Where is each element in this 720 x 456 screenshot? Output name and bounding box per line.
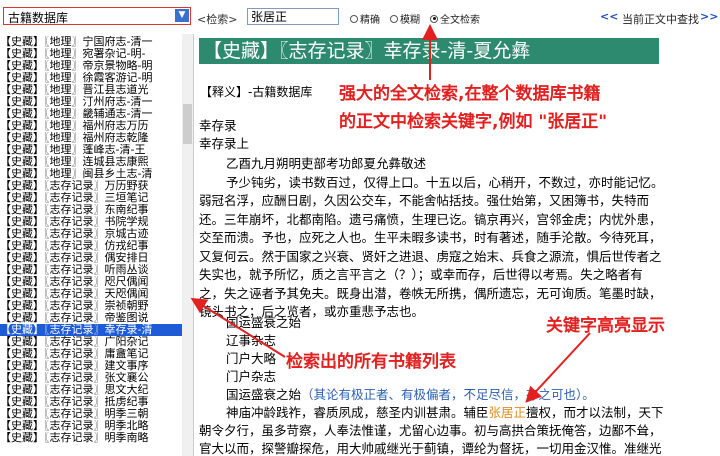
text-line: 还。三年崩坏，北都南陷。遗弓痛愤，生理已讫。镐京再兴，宫邻金虎；内忧外患，: [199, 211, 662, 227]
find-in-text-label: 当前正文中查找: [622, 13, 699, 26]
toc-item: 门户大略: [226, 351, 277, 366]
database-select-value: 古籍数据库: [8, 11, 69, 25]
book-list-item[interactable]: 【史藏】〖志存记录〗崇祯朝野: [0, 300, 182, 312]
book-list-item[interactable]: 【史藏】〖志存记录〗万历野获: [0, 180, 182, 192]
book-list-item[interactable]: 【史藏】〖志存记录〗庸盦笔记: [0, 348, 182, 360]
book-list-item[interactable]: 【史藏】〖志存记录〗明季北略: [0, 420, 182, 432]
text-line: 神庙冲龄践祚，睿质夙成，慈圣内训甚肃。辅臣张居正擅权，而才以法制，天下: [226, 405, 664, 421]
annotation-search: 强大的全文检索,在整个数据库书籍: [339, 79, 601, 104]
text-line: 又复何云。然于国家之兴衰、贤奸之进退、虏寇之始末、兵食之源流，惧后世传者之: [199, 248, 662, 264]
book-list-item[interactable]: 【史藏】〖志存记录〗建文事序: [0, 360, 182, 372]
book-list-item[interactable]: 【史藏】〖地理〗帝京景物略-明: [0, 60, 182, 72]
toc-item: 国运盛衰之始: [226, 315, 302, 330]
text-line: 朝令夕行，虽多苛察，人奉法惟谨，尤留心边事。初与高拱合策抚俺答，边鄙不耸，: [199, 423, 662, 438]
radio-exact-label: 精确: [360, 15, 380, 26]
radio-exact[interactable]: 精确: [350, 11, 380, 26]
heading: 幸存录: [199, 118, 237, 133]
book-list-item[interactable]: 【史藏】〖地理〗宁国府志-清一: [0, 36, 182, 48]
book-list-item[interactable]: 【史藏】〖志存记录〗东南纪事: [0, 204, 182, 216]
radio-fuzzy-label: 模糊: [400, 15, 420, 26]
toc-item: 门户杂志: [226, 369, 277, 384]
toc-note: （其论有极正者、有极偏者，不足尽信，存之可也）。: [301, 387, 595, 402]
book-list-item[interactable]: 【史藏】〖地理〗宛署杂记-明-: [0, 48, 182, 60]
radio-fulltext-label: 全文检索: [440, 15, 480, 26]
text-line: 失实也，就予所忆，质之言平言之（？）；或幸而存，后世得以考焉。失之略者有: [199, 267, 643, 282]
book-list-item[interactable]: 【史藏】〖志存记录〗京城古迹: [0, 228, 182, 240]
book-list-item[interactable]: 【史藏】〖地理〗徐霞客游记-明: [0, 72, 182, 84]
book-list-item[interactable]: 【史藏】〖地理〗福州府志乾隆: [0, 132, 182, 144]
keyword-highlight: 张居正: [488, 405, 527, 420]
text-line: 官大以而，探警瓣探危，用大帅戚继光于蓟镇，谭纶为督抚，一切用金汉惟。准继光: [199, 441, 662, 456]
toolbar: 古籍数据库 ▼ <检索> 精确 模糊 全文检索 << 当前正文中查找 >>: [0, 0, 720, 34]
text-line: 予少钝劣，读书数百过，仅得上口。十五以后，心稍开，不数过，亦时能记忆。: [226, 174, 664, 190]
heading: 幸存录上: [199, 136, 250, 151]
radio-dot-icon: [390, 14, 398, 23]
book-list-item[interactable]: 【史藏】〖地理〗蓬峰志-清-王: [0, 144, 182, 156]
text-span: 神庙冲龄践祚，睿质夙成，慈圣内训甚肃。辅臣: [226, 405, 489, 420]
book-list-item[interactable]: 【史藏】〖志存记录〗广阳杂记: [0, 336, 182, 348]
book-list-scrollbar[interactable]: [182, 34, 193, 456]
source-note: 【释义】-古籍数据库: [200, 85, 313, 99]
book-list-item[interactable]: 【史藏】〖地理〗畿辅通志-清一: [0, 108, 182, 120]
text-span: 擅权，而才以法制，天下: [526, 405, 664, 420]
radio-dot-selected-icon: [430, 14, 438, 23]
text-line: 交至而溃。予也，应死之人也。生平未暇多读书，时有著述，随手沦散。今待死耳，: [199, 230, 662, 245]
radio-fuzzy[interactable]: 模糊: [390, 11, 420, 26]
book-list-item[interactable]: 【史藏】〖地理〗连城县志康熙: [0, 156, 182, 168]
radio-dot-icon: [350, 14, 358, 23]
toc-item-label: 国运盛衰之始: [226, 387, 302, 402]
book-list-item[interactable]: 【史藏】〖地理〗汀州府志-清一: [0, 96, 182, 108]
book-list-item[interactable]: 【史藏】〖志存记录〗帝鉴图说: [0, 312, 182, 324]
book-list-item[interactable]: 【史藏】〖地理〗闽县乡土志-清: [0, 168, 182, 180]
database-select[interactable]: 古籍数据库 ▼: [3, 7, 191, 25]
book-list-item[interactable]: 【史藏】〖志存记录〗仿戎纪事: [0, 240, 182, 252]
book-list-item[interactable]: 【史藏】〖志存记录〗明季南略: [0, 432, 182, 444]
book-list-item[interactable]: 【史藏】〖志存记录〗思文大纪: [0, 384, 182, 396]
radio-fulltext[interactable]: 全文检索: [430, 11, 480, 26]
find-next-button[interactable]: >>: [700, 10, 718, 23]
text-line: 乙酉九月朔明吏部考功郎夏允彝敬述: [226, 156, 427, 171]
search-input[interactable]: [247, 8, 339, 25]
toc-item: 国运盛衰之始（其论有极正者、有极偏者，不足尽信，存之可也）。: [226, 387, 595, 403]
book-title: 【史藏】〖志存记录〗幸存录-清-夏允彝: [199, 38, 659, 64]
book-list-item[interactable]: 【史藏】〖志存记录〗抵虏纪事: [0, 396, 182, 408]
book-list-item[interactable]: 【史藏】〖志存记录〗张文襄公: [0, 372, 182, 384]
book-list-item[interactable]: 【史藏】〖志存记录〗三垣笔记: [0, 192, 182, 204]
book-list-item[interactable]: 【史藏】〖地理〗福州府志万历: [0, 120, 182, 132]
book-list-item[interactable]: 【史藏】〖地理〗晋江县志道光: [0, 84, 182, 96]
annotation-list: 检索出的所有书籍列表: [286, 347, 456, 372]
book-list-item[interactable]: 【史藏】〖志存记录〗明季三朝: [0, 408, 182, 420]
book-list-item[interactable]: 【史藏】〖志存记录〗偶安排日: [0, 252, 182, 264]
book-list-item[interactable]: 【史藏】〖志存记录〗幸存录-清: [0, 324, 182, 336]
book-list-item[interactable]: 【史藏】〖志存记录〗咫尺偶闻: [0, 276, 182, 288]
search-label: <检索>: [197, 13, 238, 26]
annotation-search: 的正文中检索关键字,例如 "张居正": [339, 107, 608, 132]
book-list-item[interactable]: 【史藏】〖志存记录〗听雨丛谈: [0, 264, 182, 276]
text-line: 弱冠名浮，应酬日剧，久因公交车，不能舍帖括技。强仕始第，又困簿书，失特而: [199, 193, 650, 208]
toc-item: 辽事杂志: [226, 333, 277, 348]
chevron-down-icon[interactable]: ▼: [175, 9, 189, 22]
scrollbar-thumb[interactable]: [183, 104, 192, 144]
book-list-item[interactable]: 【史藏】〖志存记录〗天咫偶闻: [0, 288, 182, 300]
text-line: 之，失之诬者予其免夫。既身出潜，卷帙无所携，偶所遗忘，无可询质。笔墨时缺，: [199, 285, 662, 301]
book-list[interactable]: 【史藏】〖地理〗宁国府志-清一 【史藏】〖地理〗宛署杂记-明- 【史藏】〖地理〗帝京…: [0, 34, 194, 456]
annotation-highlight: 关键字高亮显示: [546, 311, 665, 336]
find-prev-button[interactable]: <<: [600, 10, 618, 23]
book-list-item[interactable]: 【史藏】〖志存记录〗书院学规: [0, 216, 182, 228]
